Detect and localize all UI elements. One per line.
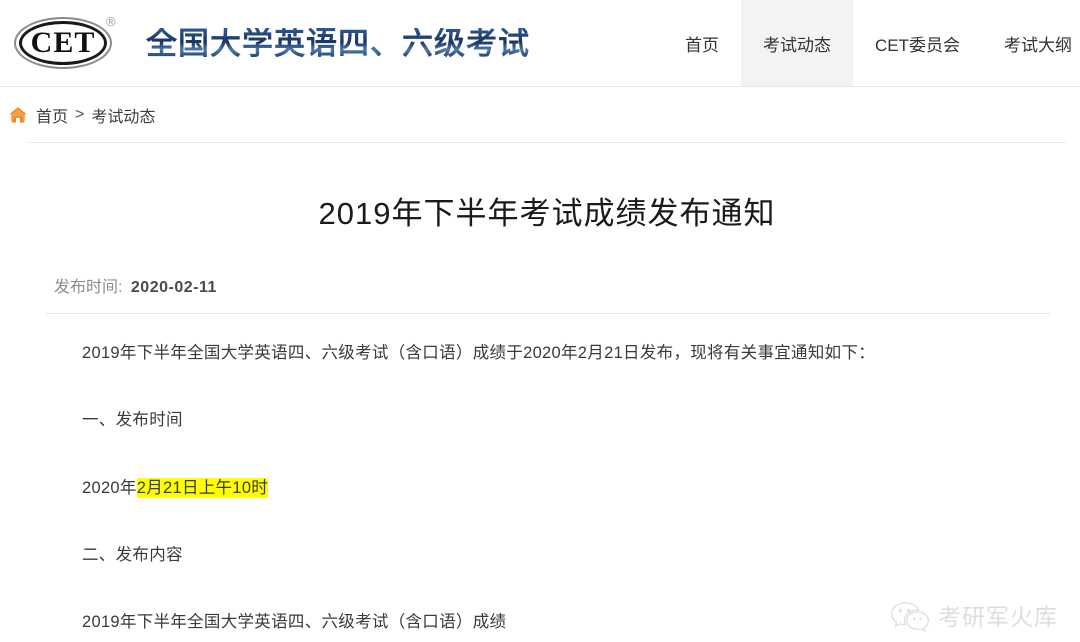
article-paragraph-intro: 2019年下半年全国大学英语四、六级考试（含口语）成绩于2020年2月21日发布… [82,343,876,362]
publish-time-label: 发布时间: [54,278,123,296]
breadcrumb-item-exam-news[interactable]: 考试动态 [91,103,155,127]
cet-logo-icon: CET ® [8,11,126,75]
article-section-heading-publish-time: 一、发布时间 [82,411,183,430]
article-body: 2019年下半年全国大学英语四、六级考试（含口语）成绩于2020年2月21日发布… [28,314,1066,639]
article-paragraph-release-datetime: 2020年2月21日上午10时 [82,473,1066,504]
publish-time-value: 2020-02-11 [130,278,217,296]
nav-item-cet-committee[interactable]: CET委员会 [853,0,982,86]
page-title: 2019年下半年考试成绩发布通知 [318,196,776,231]
breadcrumb: 首页 > 考试动态 [0,87,1080,142]
article-paragraph-content-scope: 2019年下半年全国大学英语四、六级考试（含口语）成绩 [82,613,507,632]
publish-time-row: 发布时间: 2020-02-11 [28,234,1066,297]
nav-item-syllabus[interactable]: 考试大纲 [982,0,1080,86]
release-datetime-highlight: 2月21日上午10时 [136,477,269,498]
main-nav: 首页 考试动态 CET委员会 考试大纲 [663,0,1080,86]
home-icon [9,106,27,122]
article-section-heading-publish-content: 二、发布内容 [82,545,183,564]
nav-item-home[interactable]: 首页 [663,0,741,86]
brand[interactable]: CET ® 全国大学英语四、六级考试 [0,11,530,75]
site-header: CET ® 全国大学英语四、六级考试 首页 考试动态 CET委员会 考试大纲 [0,0,1080,87]
brand-title: 全国大学英语四、六级考试 [126,28,530,59]
release-datetime-prefix: 2020年 [82,478,137,497]
registered-trademark-icon: ® [106,14,116,29]
logo-cet-text: CET [30,26,96,59]
breadcrumb-separator: > [75,105,85,123]
content-card: 2019年下半年考试成绩发布通知 发布时间: 2020-02-11 2019年下… [28,142,1066,642]
nav-item-exam-news[interactable]: 考试动态 [741,0,853,86]
breadcrumb-item-home[interactable]: 首页 [36,103,68,127]
